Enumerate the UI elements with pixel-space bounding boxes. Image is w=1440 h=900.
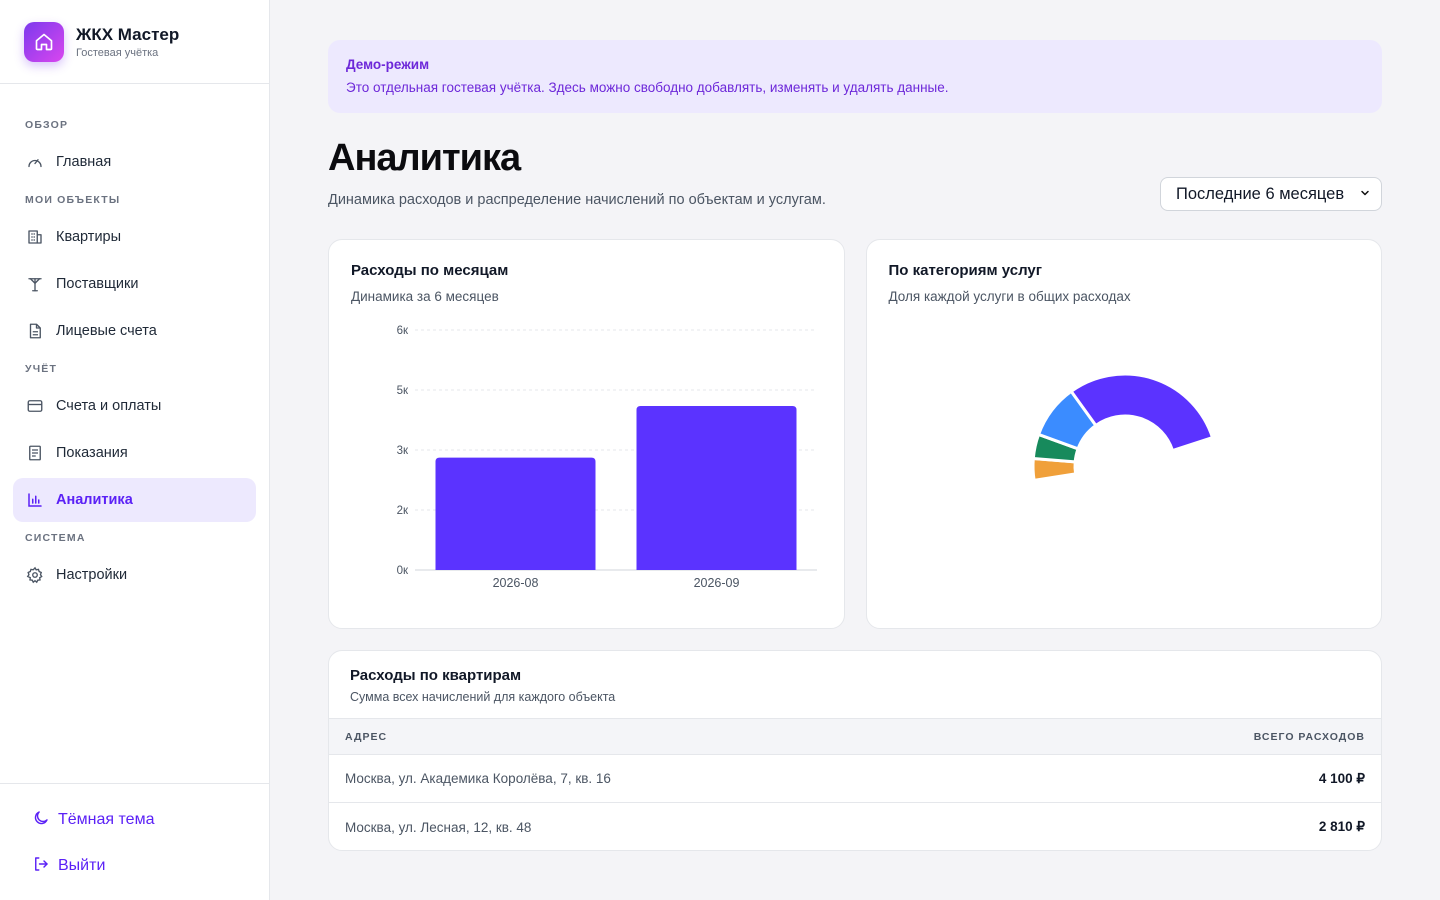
sidebar-item-label: Счета и оплаты: [56, 398, 162, 414]
sidebar: ЖКХ Мастер Гостевая учётка ОБЗОР Главная…: [0, 0, 270, 900]
sidebar-item-label: Настройки: [56, 567, 128, 583]
list-document-icon: [25, 443, 45, 463]
brand-subtitle: Гостевая учётка: [76, 46, 159, 59]
bar[interactable]: [435, 457, 596, 570]
y-tick-label: 2к: [397, 505, 409, 517]
monthly-bar-chart: 0к 2к 3к 5к 6к 2026-08 2026-09: [397, 325, 817, 590]
sidebar-item-label: Главная: [56, 154, 112, 170]
y-tick-label: 3к: [397, 445, 409, 457]
y-tick-label: 0к: [397, 565, 409, 577]
apartments-card-title: Расходы по квартирам: [350, 667, 522, 684]
row-total: 4 100 ₽: [1318, 770, 1365, 786]
sidebar-item-label: Поставщики: [56, 276, 139, 292]
column-header-total: ВСЕГО РАСХОДОВ: [1253, 730, 1365, 743]
table-row[interactable]: Москва, ул. Академика Королёва, 7, кв. 1…: [329, 755, 1381, 803]
sidebar-item-home[interactable]: Главная: [13, 140, 256, 184]
row-address: Москва, ул. Лесная, 12, кв. 48: [345, 819, 532, 835]
x-tick-label: 2026-08: [493, 576, 539, 590]
demo-banner: Демо-режим Это отдельная гостевая учётка…: [328, 40, 1382, 113]
row-total: 2 810 ₽: [1318, 819, 1365, 834]
gauge-icon: [25, 152, 45, 172]
sidebar-item-label: Аналитика: [56, 492, 133, 508]
y-tick-label: 6к: [397, 325, 409, 337]
sidebar-item-readings[interactable]: Показания: [13, 431, 256, 475]
sidebar-item-bills[interactable]: Счета и оплаты: [13, 384, 256, 428]
demo-banner-text: Это отдельная гостевая учётка. Здесь мож…: [346, 80, 949, 95]
sidebar-item-analytics[interactable]: Аналитика: [13, 478, 256, 522]
monthly-expenses-card: Расходы по месяцам Динамика за 6 месяцев…: [328, 239, 845, 629]
building-icon: [25, 227, 45, 247]
period-select-value: Последние 6 месяцев: [1176, 184, 1345, 203]
table-header: АДРЕС ВСЕГО РАСХОДОВ: [329, 718, 1381, 755]
moon-icon: [32, 809, 50, 832]
nav-section-system: СИСТЕМА: [25, 532, 86, 544]
bar-chart-icon: [25, 490, 45, 510]
chevron-down-icon: [1359, 185, 1371, 204]
donut-slice[interactable]: [1068, 372, 1214, 453]
sidebar-item-settings[interactable]: Настройки: [13, 553, 256, 597]
page-title: Аналитика: [328, 137, 521, 179]
table-row[interactable]: Москва, ул. Лесная, 12, кв. 48 2 810 ₽: [329, 803, 1381, 850]
brand-title: ЖКХ Мастер: [76, 24, 180, 44]
column-header-address: АДРЕС: [345, 730, 388, 743]
tower-icon: [25, 274, 45, 294]
sidebar-nav: ОБЗОР Главная МОИ ОБЪЕКТЫ Квартиры Поста…: [0, 119, 269, 597]
dark-theme-label: Тёмная тема: [58, 811, 155, 828]
nav-section-overview: ОБЗОР: [25, 119, 69, 131]
period-select[interactable]: Последние 6 месяцев: [1160, 177, 1382, 211]
apartments-card-subtitle: Сумма всех начислений для каждого объект…: [350, 690, 616, 704]
x-tick-label: 2026-09: [694, 576, 740, 590]
category-card: По категориям услуг Доля каждой услуги в…: [865, 239, 1382, 629]
apartments-expenses-card: Расходы по квартирам Сумма всех начислен…: [328, 650, 1382, 851]
sidebar-item-label: Лицевые счета: [56, 323, 157, 339]
main-content: Демо-режим Это отдельная гостевая учётка…: [328, 40, 1382, 851]
page-subtitle: Динамика расходов и распределение начисл…: [328, 192, 826, 208]
y-tick-label: 5к: [397, 385, 409, 397]
sidebar-item-suppliers[interactable]: Поставщики: [13, 262, 256, 306]
demo-banner-title: Демо-режим: [346, 57, 430, 72]
dark-theme-button[interactable]: Тёмная тема: [32, 802, 269, 838]
brand: ЖКХ Мастер Гостевая учётка: [0, 0, 269, 84]
logout-button[interactable]: Выйти: [32, 848, 269, 884]
gear-icon: [25, 565, 45, 585]
sidebar-item-label: Показания: [56, 445, 128, 461]
nav-section-accounting: УЧЁТ: [25, 363, 58, 375]
sidebar-item-apartments[interactable]: Квартиры: [13, 215, 256, 259]
document-icon: [25, 321, 45, 341]
logout-label: Выйти: [58, 857, 106, 874]
logout-icon: [32, 855, 50, 878]
sidebar-item-label: Квартиры: [56, 229, 122, 245]
sidebar-item-accounts[interactable]: Лицевые счета: [13, 309, 256, 353]
charts-row: Расходы по месяцам Динамика за 6 месяцев…: [328, 239, 1382, 629]
row-address: Москва, ул. Академика Королёва, 7, кв. 1…: [345, 771, 611, 786]
nav-section-objects: МОИ ОБЪЕКТЫ: [25, 194, 121, 206]
page-header: Аналитика Динамика расходов и распределе…: [328, 113, 1382, 239]
bar[interactable]: [636, 406, 797, 570]
apartments-table: АДРЕС ВСЕГО РАСХОДОВ Москва, ул. Академи…: [329, 718, 1381, 850]
category-donut-chart: [1031, 372, 1214, 483]
sidebar-footer: Тёмная тема Выйти: [0, 783, 269, 900]
credit-card-icon: [25, 396, 45, 416]
home-icon: [24, 21, 64, 62]
